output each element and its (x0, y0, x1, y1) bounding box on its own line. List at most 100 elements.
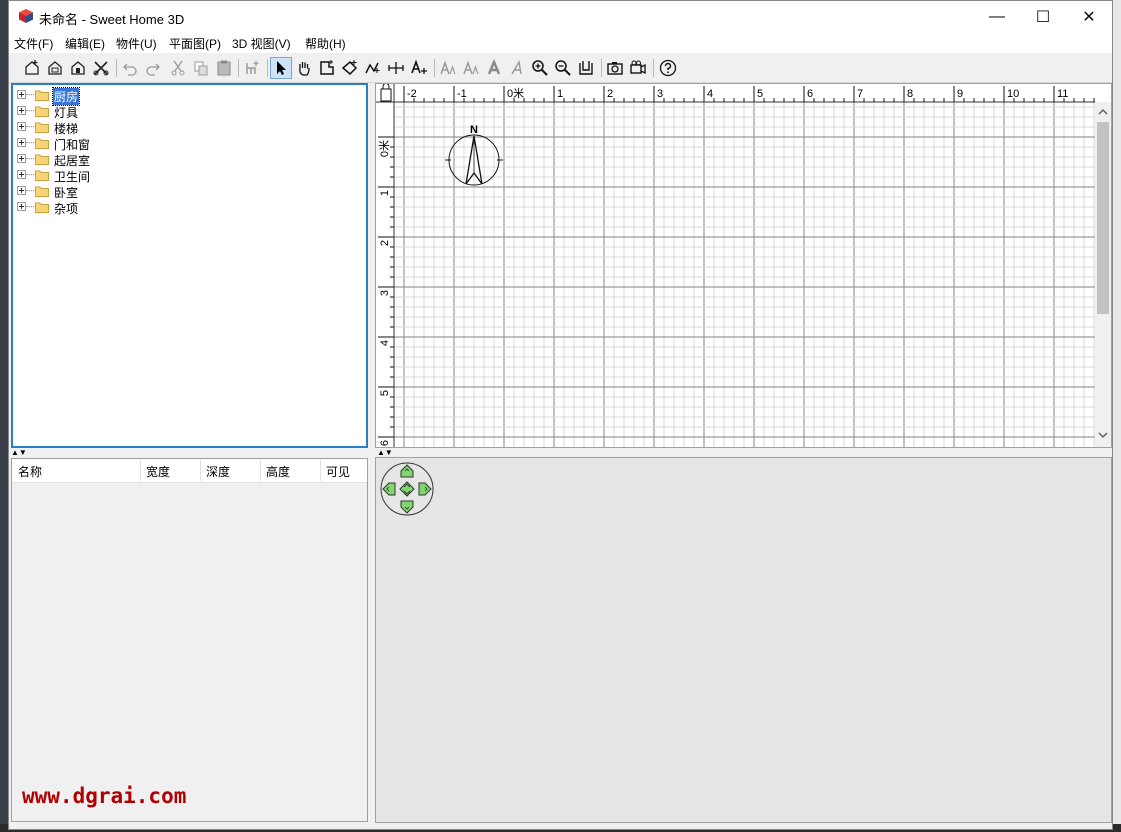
catalog-category[interactable]: 起居室 (13, 151, 213, 168)
folder-icon (35, 90, 49, 101)
create-walls-button[interactable] (316, 57, 338, 79)
undo-icon (123, 63, 137, 76)
catalog-category[interactable]: 卧室 (13, 183, 213, 200)
italic-text-icon (511, 59, 522, 75)
column-header-width[interactable]: 宽度 (146, 463, 170, 480)
ruler-label-y: 2 (379, 240, 391, 246)
expand-icon[interactable] (17, 90, 26, 99)
ruler-label-x: 6 (807, 88, 813, 100)
expand-icon[interactable] (17, 186, 26, 195)
paste-icon (217, 60, 231, 76)
bold-text-icon (487, 59, 501, 75)
add-text-button[interactable] (408, 57, 430, 79)
furniture-list-table[interactable]: 名称 宽度 深度 高度 可见 (11, 458, 368, 822)
catalog-category[interactable]: 杂项 (13, 199, 213, 217)
folder-icon (35, 186, 49, 197)
column-header-height[interactable]: 高度 (266, 463, 290, 480)
catalog-category[interactable]: 楼梯 (13, 119, 213, 136)
maximize-icon: ☐ (1035, 8, 1051, 26)
catalog-category[interactable]: 卫生间 (13, 167, 213, 184)
menu-furniture[interactable]: 物件(U) (116, 35, 157, 52)
redo-button[interactable] (142, 57, 164, 79)
scrollbar-thumb[interactable] (1097, 122, 1109, 314)
furniture-table-header: 名称 宽度 深度 高度 可见 (12, 459, 367, 483)
menu-file[interactable]: 文件(F) (14, 35, 53, 52)
menu-help[interactable]: 帮助(H) (305, 35, 346, 52)
paste-button[interactable] (213, 57, 235, 79)
create-photo-button[interactable] (604, 57, 626, 79)
3d-view[interactable] (375, 457, 1112, 823)
zoom-out-button[interactable] (552, 57, 574, 79)
maximize-button[interactable]: ☐ (1020, 1, 1066, 32)
bold-text-button[interactable] (483, 57, 505, 79)
save-icon (71, 61, 85, 75)
select-mode-button[interactable] (270, 57, 292, 79)
compass-north-label: N (470, 124, 478, 136)
toolbar-separator (238, 59, 239, 77)
expand-icon[interactable] (17, 170, 26, 179)
zoom-in-button[interactable] (529, 57, 551, 79)
plan-grid-canvas[interactable]: -2 -1 0米 1 2 3 4 5 6 7 8 9 10 11 0米 1 2 3 4 5 6 N (376, 84, 1111, 447)
preferences-button[interactable] (90, 57, 112, 79)
folder-icon (35, 170, 49, 181)
create-polylines-icon (365, 62, 380, 74)
column-header-visible[interactable]: 可见 (326, 463, 350, 480)
copy-button[interactable] (190, 57, 212, 79)
ruler-label-x: 1 (557, 88, 563, 100)
create-polylines-button[interactable] (362, 57, 384, 79)
furniture-catalog-tree[interactable]: 厨房 灯具 楼梯 门和窗 起居室 卫生间 卧室 杂项 (11, 83, 368, 448)
create-video-button[interactable] (627, 57, 649, 79)
decrease-text-size-button[interactable] (460, 57, 482, 79)
expand-icon[interactable] (17, 138, 26, 147)
open-button[interactable] (44, 57, 66, 79)
plan-view[interactable]: -2 -1 0米 1 2 3 4 5 6 7 8 9 10 11 0米 1 2 3 4 5 6 N (375, 83, 1112, 448)
ruler-label-x: 0米 (507, 87, 524, 100)
tree-line (26, 94, 34, 95)
italic-text-button[interactable] (506, 57, 528, 79)
save-button[interactable] (67, 57, 89, 79)
pan-mode-button[interactable] (293, 57, 315, 79)
toolbar-separator (116, 59, 117, 77)
create-dimensions-icon (388, 62, 404, 74)
scissors-tools-icon (93, 61, 109, 76)
import-furniture-button[interactable] (575, 57, 597, 79)
catalog-category[interactable]: 灯具 (13, 103, 213, 120)
column-header-name[interactable]: 名称 (18, 463, 42, 480)
catalog-category[interactable]: 厨房 (13, 87, 213, 106)
column-header-depth[interactable]: 深度 (206, 463, 230, 480)
sweet-home-3d-app-icon (19, 9, 33, 23)
increase-text-size-button[interactable] (437, 57, 459, 79)
watermark-text: www.dgrai.com (22, 784, 187, 808)
help-icon (659, 59, 677, 77)
folder-icon (35, 202, 49, 213)
create-rooms-button[interactable] (339, 57, 361, 79)
title-bar: 未命名 - Sweet Home 3D — ☐ ✕ (9, 1, 1112, 32)
close-icon: ✕ (1082, 8, 1096, 26)
catalog-category[interactable]: 门和窗 (13, 135, 213, 152)
ruler-label-x: 8 (907, 88, 913, 100)
expand-icon[interactable] (17, 154, 26, 163)
create-dimensions-button[interactable] (385, 57, 407, 79)
new-home-button[interactable] (21, 57, 43, 79)
catalog-category-label[interactable]: 杂项 (53, 200, 79, 217)
expand-icon[interactable] (17, 122, 26, 131)
menu-plan[interactable]: 平面图(P) (169, 35, 221, 52)
expand-icon[interactable] (17, 106, 26, 115)
menu-3d-view[interactable]: 3D 视图(V) (232, 35, 291, 52)
help-button[interactable] (657, 57, 679, 79)
folder-icon (35, 122, 49, 133)
menu-edit[interactable]: 编辑(E) (65, 35, 105, 52)
add-furniture-button[interactable] (241, 57, 263, 79)
split-pane-arrows-icon[interactable]: ▲▼ (11, 449, 27, 457)
cut-button[interactable] (167, 57, 189, 79)
split-pane-arrows-icon[interactable]: ▲▼ (377, 449, 393, 457)
expand-icon[interactable] (17, 202, 26, 211)
column-divider (260, 460, 261, 481)
3d-navigation-control[interactable] (380, 462, 434, 516)
ruler-label-y: 3 (379, 290, 391, 296)
ruler-label-y: 0米 (378, 140, 391, 157)
close-button[interactable]: ✕ (1066, 1, 1112, 32)
minimize-button[interactable]: — (974, 1, 1020, 32)
tree-line (26, 110, 34, 111)
undo-button[interactable] (119, 57, 141, 79)
